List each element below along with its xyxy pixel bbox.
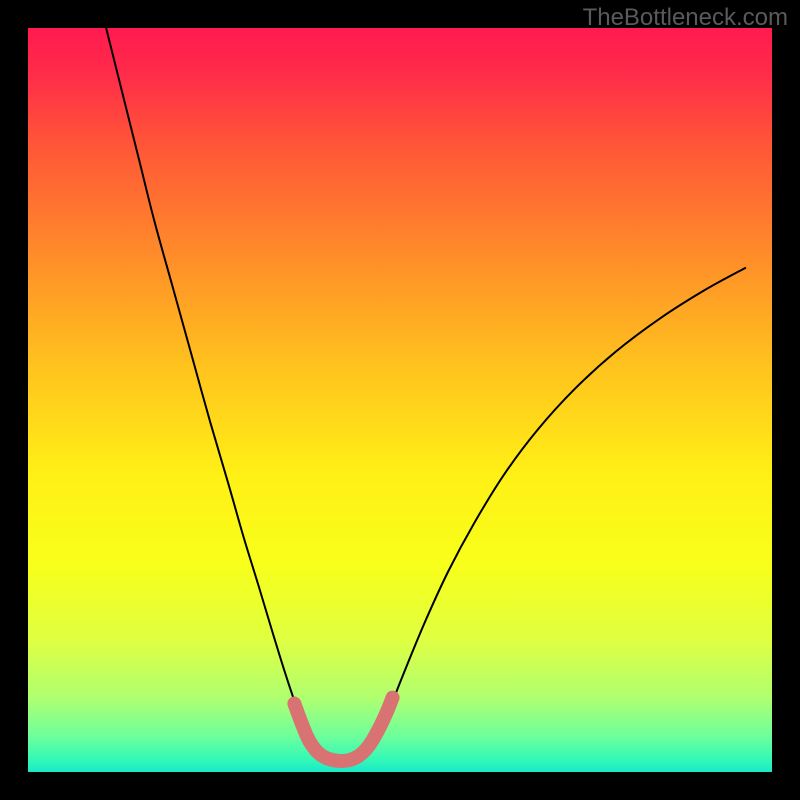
bottleneck-chart: TheBottleneck.com	[0, 0, 800, 800]
chart-svg	[0, 0, 800, 800]
watermark-text: TheBottleneck.com	[583, 4, 788, 32]
plot-background	[28, 28, 772, 772]
